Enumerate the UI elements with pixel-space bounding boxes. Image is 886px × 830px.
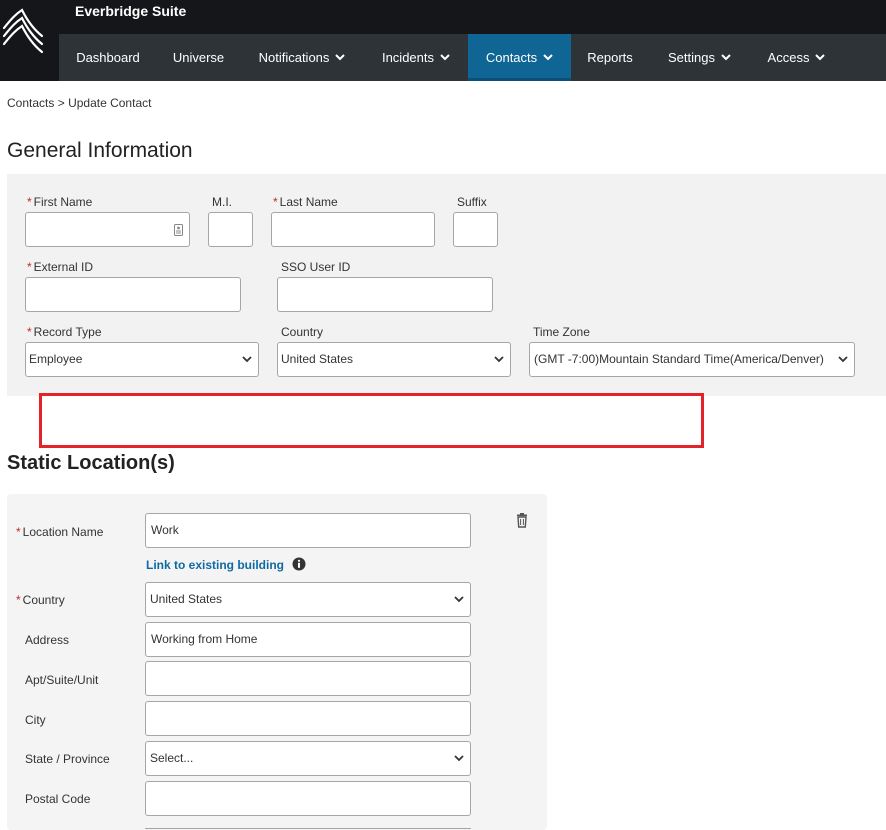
breadcrumb-current: Update Contact <box>68 96 152 110</box>
location-name-label-text: Location Name <box>22 525 104 539</box>
breadcrumb-separator: > <box>57 96 65 110</box>
last-name-input[interactable] <box>271 212 435 247</box>
nav-label: Notifications <box>258 50 330 65</box>
postal-code-label: Postal Code <box>25 792 91 806</box>
required-marker: * <box>16 525 21 539</box>
suffix-label: Suffix <box>457 195 487 209</box>
suffix-input[interactable] <box>453 212 498 247</box>
nav-access[interactable]: Access <box>750 34 843 81</box>
postal-code-input[interactable] <box>145 781 471 816</box>
external-id-label-text: External ID <box>33 260 94 274</box>
external-id-input[interactable] <box>25 277 241 312</box>
sso-user-id-input[interactable] <box>277 277 493 312</box>
chevron-down-icon <box>440 54 450 61</box>
country-select[interactable]: United States <box>277 342 511 377</box>
nav-label: Contacts <box>485 50 538 65</box>
static-locations-title: Static Location(s) <box>7 452 175 474</box>
mi-label: M.I. <box>212 195 232 209</box>
state-value: Select... <box>150 751 194 765</box>
location-name-label: * Location Name <box>16 525 103 539</box>
mi-input[interactable] <box>208 212 253 247</box>
nav-label: Dashboard <box>76 50 140 65</box>
required-marker: * <box>27 325 32 339</box>
nav-label: Universe <box>172 50 225 65</box>
nav-notifications[interactable]: Notifications <box>240 34 364 81</box>
nav-universe[interactable]: Universe <box>157 34 240 81</box>
nav-dashboard[interactable]: Dashboard <box>59 34 157 81</box>
sso-user-id-label: SSO User ID <box>281 260 351 274</box>
apt-label: Apt/Suite/Unit <box>25 673 99 687</box>
chevron-down-icon <box>543 54 553 61</box>
state-select[interactable]: Select... <box>145 741 471 776</box>
contact-card-icon <box>174 224 183 236</box>
external-id-label: * External ID <box>27 260 93 274</box>
link-existing-building[interactable]: Link to existing building <box>146 558 284 572</box>
chevron-down-icon <box>721 54 731 61</box>
required-marker: * <box>27 195 32 209</box>
chevron-down-icon <box>454 596 464 603</box>
last-name-label-text: Last Name <box>279 195 338 209</box>
record-type-label-text: Record Type <box>33 325 102 339</box>
required-marker: * <box>273 195 278 209</box>
location-country-label: * Country <box>16 593 65 607</box>
everbridge-logo-icon[interactable] <box>0 0 59 81</box>
highlight-box <box>39 393 704 448</box>
state-label: State / Province <box>25 752 110 766</box>
first-name-label-text: First Name <box>33 195 93 209</box>
trash-icon[interactable] <box>515 513 529 528</box>
nav-label: Incidents <box>381 50 435 65</box>
required-marker: * <box>27 260 32 274</box>
nav-settings[interactable]: Settings <box>649 34 750 81</box>
general-info-title: General Information <box>7 139 193 162</box>
breadcrumb: Contacts > Update Contact <box>7 96 151 110</box>
location-country-select[interactable]: United States <box>145 582 471 617</box>
country-label: Country <box>281 325 324 339</box>
record-type-label: * Record Type <box>27 325 102 339</box>
record-type-select[interactable]: Employee <box>25 342 259 377</box>
apt-input[interactable] <box>145 661 471 696</box>
nav-label: Reports <box>587 50 633 65</box>
record-type-value: Employee <box>29 352 83 366</box>
required-marker: * <box>16 593 21 607</box>
brand-name: Everbridge Suite <box>75 3 187 19</box>
nav-contacts[interactable]: Contacts <box>468 34 571 81</box>
time-zone-value: (GMT -7:00)Mountain Standard Time(Americ… <box>534 352 824 366</box>
time-zone-label: Time Zone <box>533 325 590 339</box>
address-input[interactable]: Working from Home <box>145 622 471 657</box>
first-name-input[interactable] <box>25 212 190 247</box>
first-name-label: * First Name <box>27 195 92 209</box>
address-label: Address <box>25 633 70 647</box>
address-value: Working from Home <box>151 632 258 646</box>
country-value: United States <box>281 352 354 366</box>
nav-reports[interactable]: Reports <box>571 34 649 81</box>
last-name-label: * Last Name <box>273 195 338 209</box>
chevron-down-icon <box>335 54 346 61</box>
location-name-value: Work <box>151 523 179 537</box>
breadcrumb-contacts-link[interactable]: Contacts <box>7 96 54 110</box>
location-name-input[interactable]: Work <box>145 513 471 548</box>
chevron-down-icon <box>242 356 252 363</box>
nav-incidents[interactable]: Incidents <box>364 34 468 81</box>
chevron-down-icon <box>838 356 848 363</box>
time-zone-select[interactable]: (GMT -7:00)Mountain Standard Time(Americ… <box>529 342 855 377</box>
chevron-down-icon <box>815 54 826 61</box>
city-label: City <box>25 713 46 727</box>
location-country-value: United States <box>150 592 223 606</box>
chevron-down-icon <box>454 755 464 762</box>
nav-label: Access <box>767 50 810 65</box>
info-icon[interactable] <box>292 557 306 571</box>
location-country-label-text: Country <box>22 593 65 607</box>
city-input[interactable] <box>145 701 471 736</box>
chevron-down-icon <box>494 356 504 363</box>
nav-label: Settings <box>668 50 715 65</box>
